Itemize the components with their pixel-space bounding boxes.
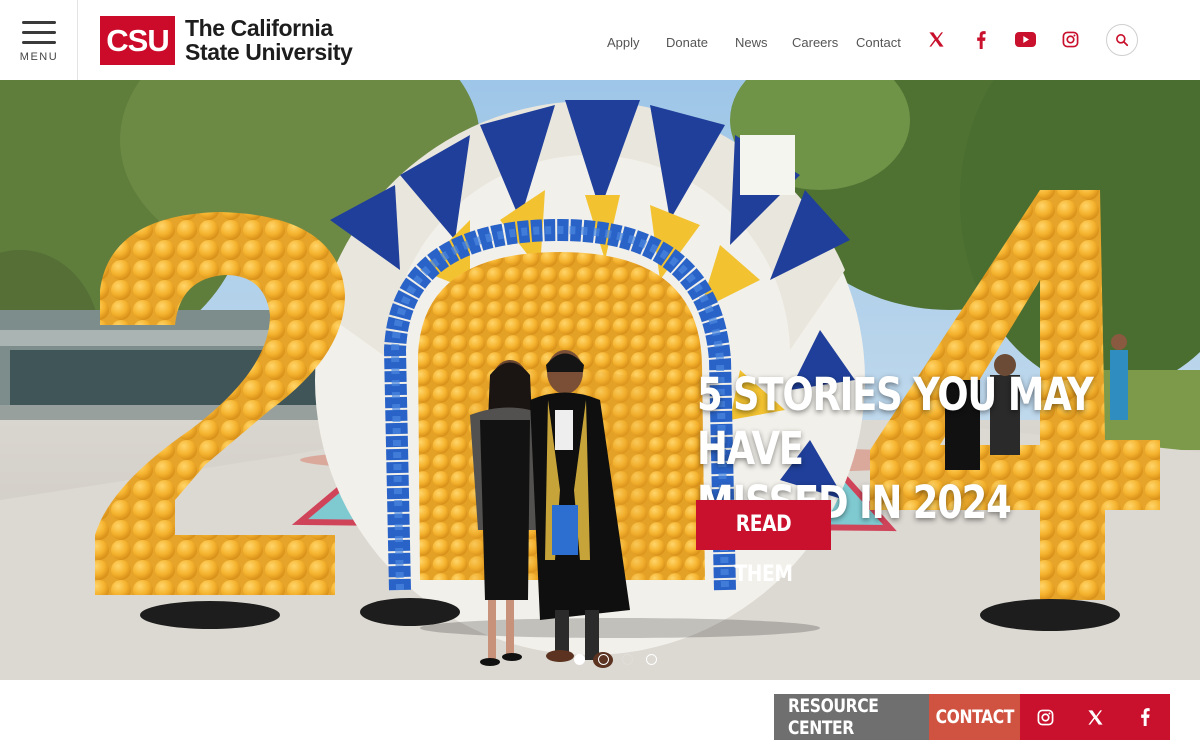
x-icon [1087, 709, 1103, 725]
hero-headline-line-1: 5 STORIES YOU MAY HAVE [697, 368, 1094, 475]
nav-news[interactable]: News [735, 35, 768, 50]
nav-careers[interactable]: Careers [792, 35, 838, 50]
read-them-label: READ THEM [734, 512, 793, 587]
resource-center-button[interactable]: RESOURCE CENTER [774, 694, 929, 740]
logo-wordmark: The California State University [185, 15, 353, 65]
contact-button[interactable]: CONTACT [929, 694, 1020, 740]
logo-mark: CSU [100, 15, 175, 65]
carousel-dot-2[interactable] [598, 654, 609, 665]
nav-contact[interactable]: Contact [856, 35, 901, 50]
carousel-dot-1[interactable] [574, 654, 585, 665]
carousel-dot-3[interactable] [622, 654, 633, 665]
facebook-icon[interactable] [975, 31, 987, 49]
logo-line-2: State University [185, 39, 353, 65]
read-them-button[interactable]: READ THEM [696, 500, 831, 587]
carousel-dots [574, 654, 670, 665]
x-button[interactable] [1070, 694, 1120, 740]
instagram-button[interactable] [1020, 694, 1070, 740]
csu-logo[interactable]: CSU The California State University [100, 15, 353, 65]
contact-label: CONTACT [935, 706, 1014, 728]
facebook-icon [1141, 708, 1150, 726]
menu-label: MENU [19, 51, 59, 63]
youtube-icon[interactable] [1015, 32, 1036, 47]
quick-action-bar: RESOURCE CENTER CONTACT [774, 694, 1170, 740]
instagram-icon[interactable] [1062, 31, 1079, 48]
logo-line-1: The California [185, 15, 333, 41]
facebook-button[interactable] [1120, 694, 1170, 740]
hero-carousel: 5 STORIES YOU MAY HAVE MISSED IN 2024 RE… [0, 80, 1200, 680]
nav-apply[interactable]: Apply [607, 35, 640, 50]
nav-donate[interactable]: Donate [666, 35, 708, 50]
search-icon [1116, 34, 1129, 47]
instagram-icon [1037, 709, 1053, 725]
search-button[interactable] [1106, 24, 1138, 56]
site-header: MENU CSU The California State University… [0, 0, 1200, 80]
carousel-dot-4[interactable] [646, 654, 657, 665]
hamburger-icon [22, 21, 56, 51]
menu-button[interactable]: MENU [0, 0, 78, 80]
resource-center-label: RESOURCE CENTER [787, 695, 879, 739]
x-icon[interactable] [928, 31, 945, 48]
